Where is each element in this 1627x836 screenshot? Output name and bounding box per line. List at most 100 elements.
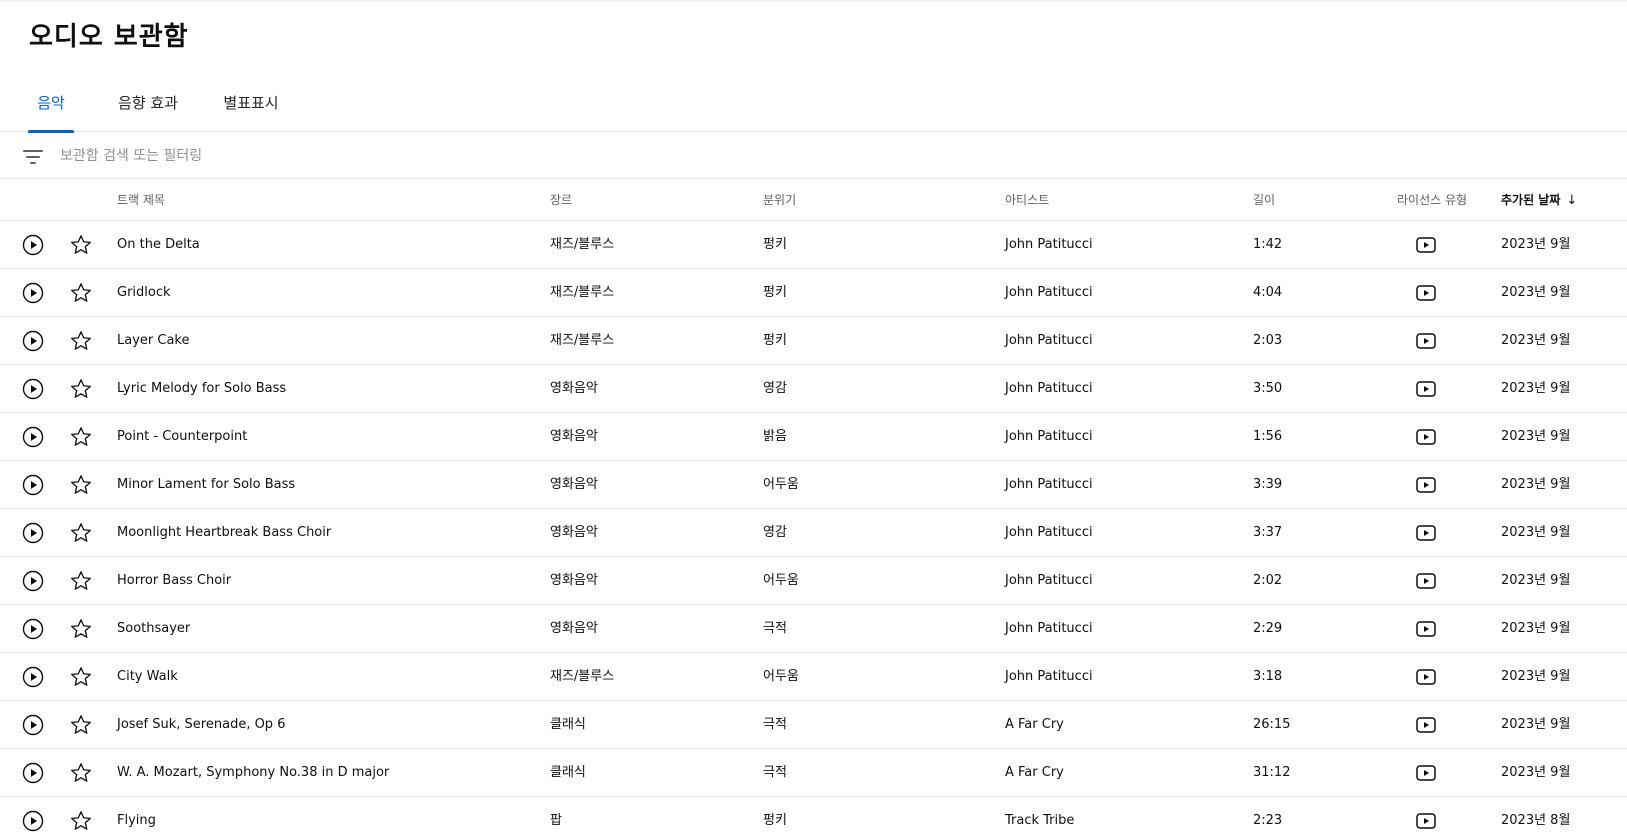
play-icon[interactable] bbox=[21, 713, 45, 737]
star-icon[interactable] bbox=[69, 281, 93, 305]
star-icon[interactable] bbox=[69, 809, 93, 833]
table-row[interactable]: W. A. Mozart, Symphony No.38 in D major 클… bbox=[0, 749, 1627, 797]
play-icon[interactable] bbox=[21, 377, 45, 401]
track-list: On the Delta 재즈/블루스 펑키 John Patitucci 1:42 20… bbox=[0, 221, 1627, 836]
table-row[interactable]: Flying 팝 펑키 Track Tribe 2:23 2023년 8월 bbox=[0, 797, 1627, 836]
star-icon[interactable] bbox=[69, 569, 93, 593]
tab-music[interactable]: 음악 bbox=[28, 86, 74, 133]
track-title: Josef Suk, Serenade, Op 6 bbox=[117, 717, 286, 732]
youtube-license-icon bbox=[1416, 668, 1436, 686]
play-icon[interactable] bbox=[21, 809, 45, 833]
play-icon[interactable] bbox=[21, 617, 45, 641]
track-title: City Walk bbox=[117, 669, 178, 684]
star-icon[interactable] bbox=[69, 521, 93, 545]
table-row[interactable]: Gridlock 재즈/블루스 펑키 John Patitucci 4:04 2023년 … bbox=[0, 269, 1627, 317]
search-input[interactable] bbox=[60, 141, 660, 171]
play-icon[interactable] bbox=[21, 329, 45, 353]
table-row[interactable]: Layer Cake 재즈/블루스 펑키 John Patitucci 2:03 2023… bbox=[0, 317, 1627, 365]
tab-music-label: 음악 bbox=[37, 94, 65, 112]
youtube-license-icon bbox=[1416, 476, 1436, 494]
play-icon[interactable] bbox=[21, 761, 45, 785]
play-icon[interactable] bbox=[21, 665, 45, 689]
table-row[interactable]: Point - Counterpoint 영화음악 밝음 John Patitucci… bbox=[0, 413, 1627, 461]
column-header-license[interactable]: 라이선스 유형 bbox=[1397, 179, 1467, 221]
star-icon[interactable] bbox=[69, 329, 93, 353]
track-mood: 어두움 bbox=[763, 477, 799, 492]
track-duration: 2:03 bbox=[1253, 333, 1283, 348]
tab-starred-label: 별표표시 bbox=[223, 94, 279, 112]
table-row[interactable]: Soothsayer 영화음악 극적 John Patitucci 2:29 2023년 … bbox=[0, 605, 1627, 653]
track-genre: 영화음악 bbox=[550, 381, 598, 396]
track-genre: 재즈/블루스 bbox=[550, 285, 615, 300]
column-header-genre[interactable]: 장르 bbox=[550, 179, 572, 221]
track-artist: John Patitucci bbox=[1005, 525, 1093, 540]
play-icon[interactable] bbox=[21, 233, 45, 257]
column-header-duration[interactable]: 길이 bbox=[1253, 179, 1275, 221]
track-title: W. A. Mozart, Symphony No.38 in D major bbox=[117, 765, 390, 780]
star-icon[interactable] bbox=[69, 761, 93, 785]
track-mood: 어두움 bbox=[763, 573, 799, 588]
star-icon[interactable] bbox=[69, 713, 93, 737]
play-icon[interactable] bbox=[21, 425, 45, 449]
track-duration: 1:42 bbox=[1253, 237, 1283, 252]
youtube-license-icon bbox=[1416, 524, 1436, 542]
track-genre: 팝 bbox=[550, 813, 562, 828]
track-title: Minor Lament for Solo Bass bbox=[117, 477, 296, 492]
track-genre: 영화음악 bbox=[550, 621, 598, 636]
track-artist: A Far Cry bbox=[1005, 717, 1064, 732]
youtube-license-icon bbox=[1416, 620, 1436, 638]
star-icon[interactable] bbox=[69, 425, 93, 449]
track-artist: John Patitucci bbox=[1005, 285, 1093, 300]
column-header-date-added[interactable]: 추가된 날짜 ↓ bbox=[1501, 179, 1577, 222]
column-header-artist[interactable]: 아티스트 bbox=[1005, 179, 1049, 221]
table-row[interactable]: Moonlight Heartbreak Bass Choir 영화음악 영감 Joh… bbox=[0, 509, 1627, 557]
star-icon[interactable] bbox=[69, 665, 93, 689]
filter-icon[interactable] bbox=[22, 146, 44, 166]
star-icon[interactable] bbox=[69, 233, 93, 257]
tab-starred[interactable]: 별표표시 bbox=[216, 86, 286, 132]
track-duration: 2:23 bbox=[1253, 813, 1283, 828]
track-mood: 펑키 bbox=[763, 333, 787, 348]
tab-sound-effects[interactable]: 음향 효과 bbox=[112, 86, 184, 132]
table-row[interactable]: City Walk 재즈/블루스 어두움 John Patitucci 3:18 2023… bbox=[0, 653, 1627, 701]
track-title: On the Delta bbox=[117, 237, 200, 252]
table-row[interactable]: On the Delta 재즈/블루스 펑키 John Patitucci 1:42 20… bbox=[0, 221, 1627, 269]
track-artist: Track Tribe bbox=[1005, 813, 1075, 828]
column-header-track-title[interactable]: 트랙 제목 bbox=[117, 179, 165, 221]
track-title: Horror Bass Choir bbox=[117, 573, 232, 588]
table-row[interactable]: Lyric Melody for Solo Bass 영화음악 영감 John Pat… bbox=[0, 365, 1627, 413]
play-icon[interactable] bbox=[21, 569, 45, 593]
track-title: Flying bbox=[117, 813, 156, 828]
column-header-mood[interactable]: 분위기 bbox=[763, 179, 796, 221]
track-artist: John Patitucci bbox=[1005, 669, 1093, 684]
column-header-date-added-label: 추가된 날짜 bbox=[1501, 193, 1561, 207]
youtube-license-icon bbox=[1416, 284, 1436, 302]
track-mood: 펑키 bbox=[763, 237, 787, 252]
track-duration: 4:04 bbox=[1253, 285, 1283, 300]
track-mood: 밝음 bbox=[763, 429, 787, 444]
library-tabs: 음악 음향 효과 별표표시 bbox=[0, 86, 1627, 133]
youtube-license-icon bbox=[1416, 236, 1436, 254]
table-row[interactable]: Minor Lament for Solo Bass 영화음악 어두움 John Pa… bbox=[0, 461, 1627, 509]
track-duration: 31:12 bbox=[1253, 765, 1291, 780]
track-duration: 1:56 bbox=[1253, 429, 1283, 444]
star-icon[interactable] bbox=[69, 617, 93, 641]
track-mood: 극적 bbox=[763, 621, 787, 636]
track-artist: John Patitucci bbox=[1005, 573, 1093, 588]
track-genre: 영화음악 bbox=[550, 525, 598, 540]
track-artist: John Patitucci bbox=[1005, 429, 1093, 444]
table-row[interactable]: Horror Bass Choir 영화음악 어두움 John Patitucci 2:… bbox=[0, 557, 1627, 605]
play-icon[interactable] bbox=[21, 473, 45, 497]
youtube-license-icon bbox=[1416, 572, 1436, 590]
star-icon[interactable] bbox=[69, 473, 93, 497]
track-date-added: 2023년 9월 bbox=[1501, 381, 1571, 396]
track-title: Point - Counterpoint bbox=[117, 429, 248, 444]
page-title: 오디오 보관함 bbox=[29, 22, 189, 52]
play-icon[interactable] bbox=[21, 521, 45, 545]
play-icon[interactable] bbox=[21, 281, 45, 305]
track-mood: 영감 bbox=[763, 525, 787, 540]
track-genre: 재즈/블루스 bbox=[550, 237, 615, 252]
star-icon[interactable] bbox=[69, 377, 93, 401]
table-row[interactable]: Josef Suk, Serenade, Op 6 클래식 극적 A Far Cry 2… bbox=[0, 701, 1627, 749]
track-title: Gridlock bbox=[117, 285, 171, 300]
